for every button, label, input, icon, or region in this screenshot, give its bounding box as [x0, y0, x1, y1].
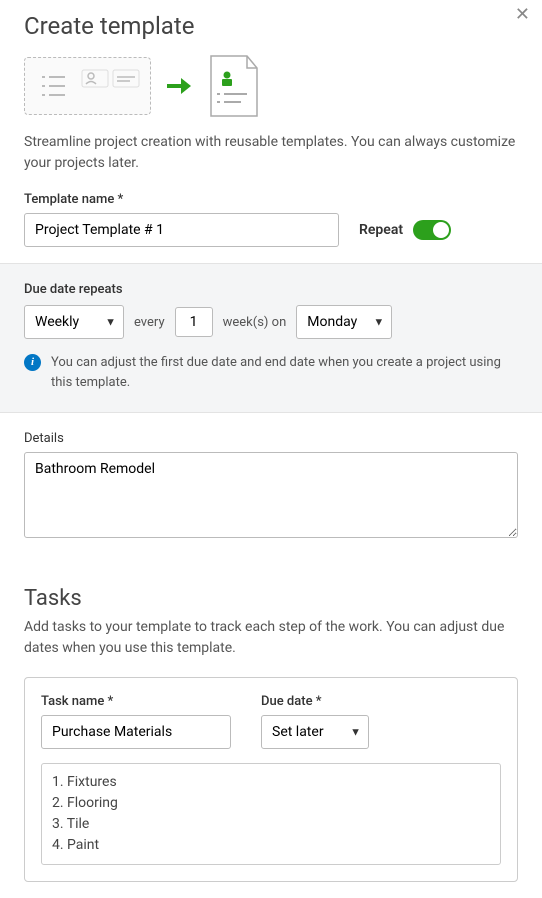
template-doc-icon [207, 54, 261, 118]
day-select[interactable]: Monday [296, 305, 392, 339]
template-name-input[interactable] [24, 213, 339, 247]
frequency-select[interactable]: Weekly [24, 305, 124, 339]
list-item: 2. Flooring [52, 793, 490, 814]
every-label: every [134, 315, 165, 330]
due-date-label: Due date * [261, 694, 369, 709]
list-icon [35, 66, 73, 106]
due-date-select[interactable]: Set later [261, 715, 369, 749]
task-name-label: Task name * [41, 694, 231, 709]
unit-label: week(s) on [223, 315, 287, 330]
person-icon [81, 69, 109, 88]
illustration [0, 54, 542, 132]
tasks-heading: Tasks [24, 586, 518, 611]
tasks-box: Task name * Due date * Set later ▼ 1. Fi… [24, 677, 518, 882]
close-icon[interactable]: ✕ [515, 4, 530, 25]
details-input[interactable]: Bathroom Remodel [24, 452, 518, 538]
list-item: 1. Fixtures [52, 772, 490, 793]
list-item: 3. Tile [52, 814, 490, 835]
repeat-label: Repeat [359, 222, 403, 238]
details-label: Details [24, 431, 518, 446]
interval-input[interactable] [175, 307, 213, 337]
repeat-toggle[interactable] [413, 220, 451, 240]
due-repeat-label: Due date repeats [24, 282, 518, 297]
task-list[interactable]: 1. Fixtures 2. Flooring 3. Tile 4. Paint [41, 763, 501, 865]
list-item: 4. Paint [52, 835, 490, 856]
tasks-description: Add tasks to your template to track each… [24, 617, 518, 659]
page-description: Streamline project creation with reusabl… [0, 132, 542, 192]
page-title: Create template [24, 12, 194, 40]
info-text: You can adjust the first due date and en… [51, 353, 518, 392]
info-icon: i [24, 354, 41, 371]
template-name-label: Template name * [24, 192, 518, 207]
illus-source-group [24, 57, 151, 115]
illus-source-stack [81, 66, 140, 106]
task-name-input[interactable] [41, 715, 231, 749]
arrow-right-icon [165, 72, 193, 100]
card-icon [112, 69, 140, 88]
